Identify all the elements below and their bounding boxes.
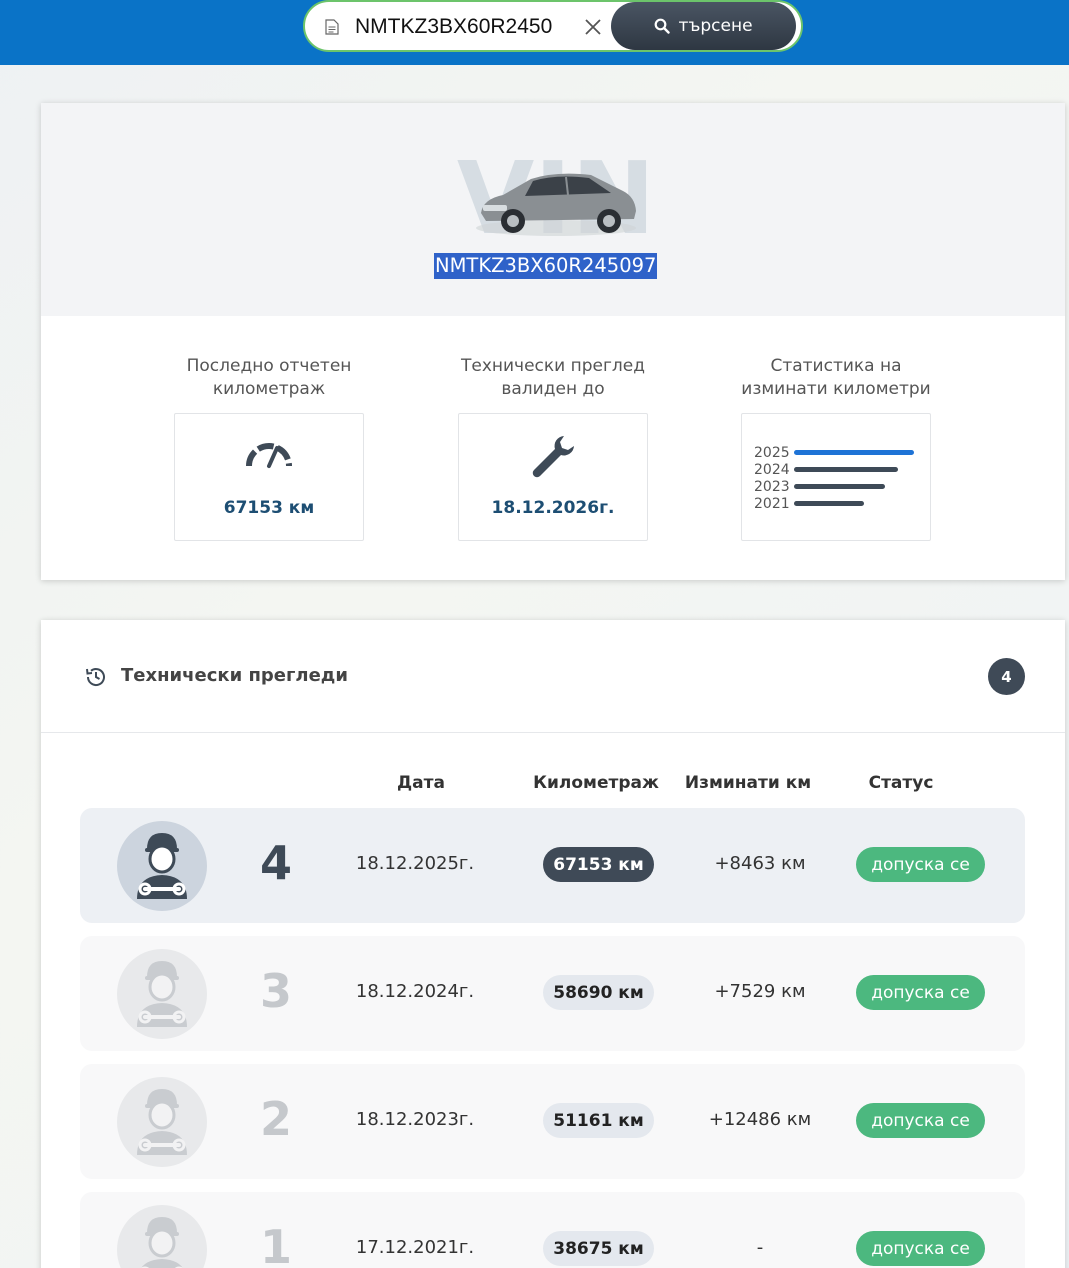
inspection-diff: - <box>756 1237 764 1258</box>
stat-statistics-box[interactable]: 2025 2024 2023 2021 <box>741 413 931 541</box>
year-bar <box>794 450 914 455</box>
stat-inspection: Технически преглед валиден до 18.12.2026… <box>458 355 648 541</box>
status-badge: допуска се <box>856 1231 985 1266</box>
year-bar-row: 2021 <box>754 495 914 512</box>
stat-title-line: валиден до <box>501 379 605 399</box>
inspection-mileage-badge: 38675 км <box>543 1231 654 1266</box>
search-bar: търсене <box>303 0 803 52</box>
history-icon <box>86 668 105 686</box>
stat-title-line: километраж <box>212 379 326 399</box>
stat-title-line: Технически преглед <box>460 356 645 376</box>
stat-mileage: Последно отчетен километраж 67153 км <box>174 355 364 541</box>
inspections-title: Технически прегледи <box>121 665 348 686</box>
vin-number: NMTKZ3BX60R245097 <box>434 253 658 279</box>
vin-search-input[interactable] <box>355 12 570 42</box>
inspection-number: 1 <box>259 1220 292 1268</box>
year-label: 2024 <box>754 461 790 478</box>
status-badge: допуска се <box>856 975 985 1010</box>
year-bar <box>794 501 864 506</box>
vehicle-summary-card: VIN NMTKZ3BX60R245097 Последно отчетен к… <box>41 103 1065 580</box>
col-header-diff: Изминати км <box>684 773 812 793</box>
close-icon[interactable] <box>583 17 603 37</box>
status-badge: допуска се <box>856 847 985 882</box>
stat-mileage-box: 67153 км <box>174 413 364 541</box>
wrench-icon <box>532 436 574 478</box>
inspection-diff: +7529 км <box>714 981 806 1002</box>
inspection-row[interactable]: 1 17.12.2021г. 38675 км - допуска се <box>80 1192 1025 1268</box>
col-header-status: Статус <box>868 773 934 793</box>
year-bar-row: 2025 <box>754 444 914 461</box>
inspection-row[interactable]: 2 18.12.2023г. 51161 км +12486 км допуска се <box>80 1064 1025 1179</box>
inspections-count-badge: 4 <box>988 658 1025 695</box>
inspections-header: Технически прегледи 4 <box>41 620 1065 733</box>
mechanic-avatar-icon <box>117 821 207 911</box>
col-header-date: Дата <box>397 773 445 793</box>
col-header-mileage: Километраж <box>533 773 659 793</box>
mechanic-avatar-icon <box>117 1205 207 1268</box>
search-button-label: търсене <box>678 16 753 36</box>
inspection-diff: +8463 км <box>714 853 806 874</box>
search-button[interactable]: търсене <box>611 2 796 50</box>
stat-inspection-box: 18.12.2026г. <box>458 413 648 541</box>
top-bar: търсене <box>0 0 1069 65</box>
inspection-date: 18.12.2024г. <box>355 981 475 1002</box>
inspection-row[interactable]: 3 18.12.2024г. 58690 км +7529 км допуска се <box>80 936 1025 1051</box>
inspection-mileage-badge: 51161 км <box>543 1103 654 1138</box>
inspection-mileage-badge: 67153 км <box>543 847 654 882</box>
inspection-number: 2 <box>259 1092 292 1146</box>
vin-car-logo: VIN <box>457 140 655 257</box>
stat-inspection-value: 18.12.2026г. <box>491 498 615 518</box>
mileage-bars: 2025 2024 2023 2021 <box>754 444 914 512</box>
stat-statistics-title: Статистика на изминати километри <box>741 355 931 403</box>
stat-title-line: Статистика на <box>770 356 902 376</box>
document-icon <box>325 19 339 35</box>
mechanic-avatar-icon <box>117 949 207 1039</box>
year-label: 2021 <box>754 495 790 512</box>
status-badge: допуска се <box>856 1103 985 1138</box>
year-bar-row: 2024 <box>754 461 914 478</box>
inspection-date: 17.12.2021г. <box>355 1237 475 1258</box>
year-label: 2023 <box>754 478 790 495</box>
stat-mileage-value: 67153 км <box>223 498 315 518</box>
stat-inspection-title: Технически преглед валиден до <box>458 355 648 403</box>
inspection-mileage-badge: 58690 км <box>543 975 654 1010</box>
inspection-diff: +12486 км <box>708 1109 812 1130</box>
stat-title-line: изминати километри <box>741 379 931 399</box>
vehicle-header: VIN NMTKZ3BX60R245097 <box>41 103 1065 316</box>
inspection-date: 18.12.2025г. <box>355 853 475 874</box>
inspection-date: 18.12.2023г. <box>355 1109 475 1130</box>
year-bar <box>794 484 885 489</box>
speedometer-icon <box>246 443 292 468</box>
mechanic-avatar-icon <box>117 1077 207 1167</box>
stat-title-line: Последно отчетен <box>186 356 352 376</box>
inspections-card: Технически прегледи 4 Дата Километраж Из… <box>41 620 1065 1268</box>
year-bar-row: 2023 <box>754 478 914 495</box>
stat-mileage-title: Последно отчетен километраж <box>174 355 364 403</box>
inspection-number: 4 <box>259 836 292 890</box>
stat-statistics: Статистика на изминати километри 2025 202… <box>741 355 931 541</box>
year-label: 2025 <box>754 444 790 461</box>
inspection-row[interactable]: 4 18.12.2025г. 67153 км +8463 км допуска се <box>80 808 1025 923</box>
year-bar <box>794 467 898 472</box>
search-icon <box>655 18 671 34</box>
inspection-number: 3 <box>259 964 292 1018</box>
